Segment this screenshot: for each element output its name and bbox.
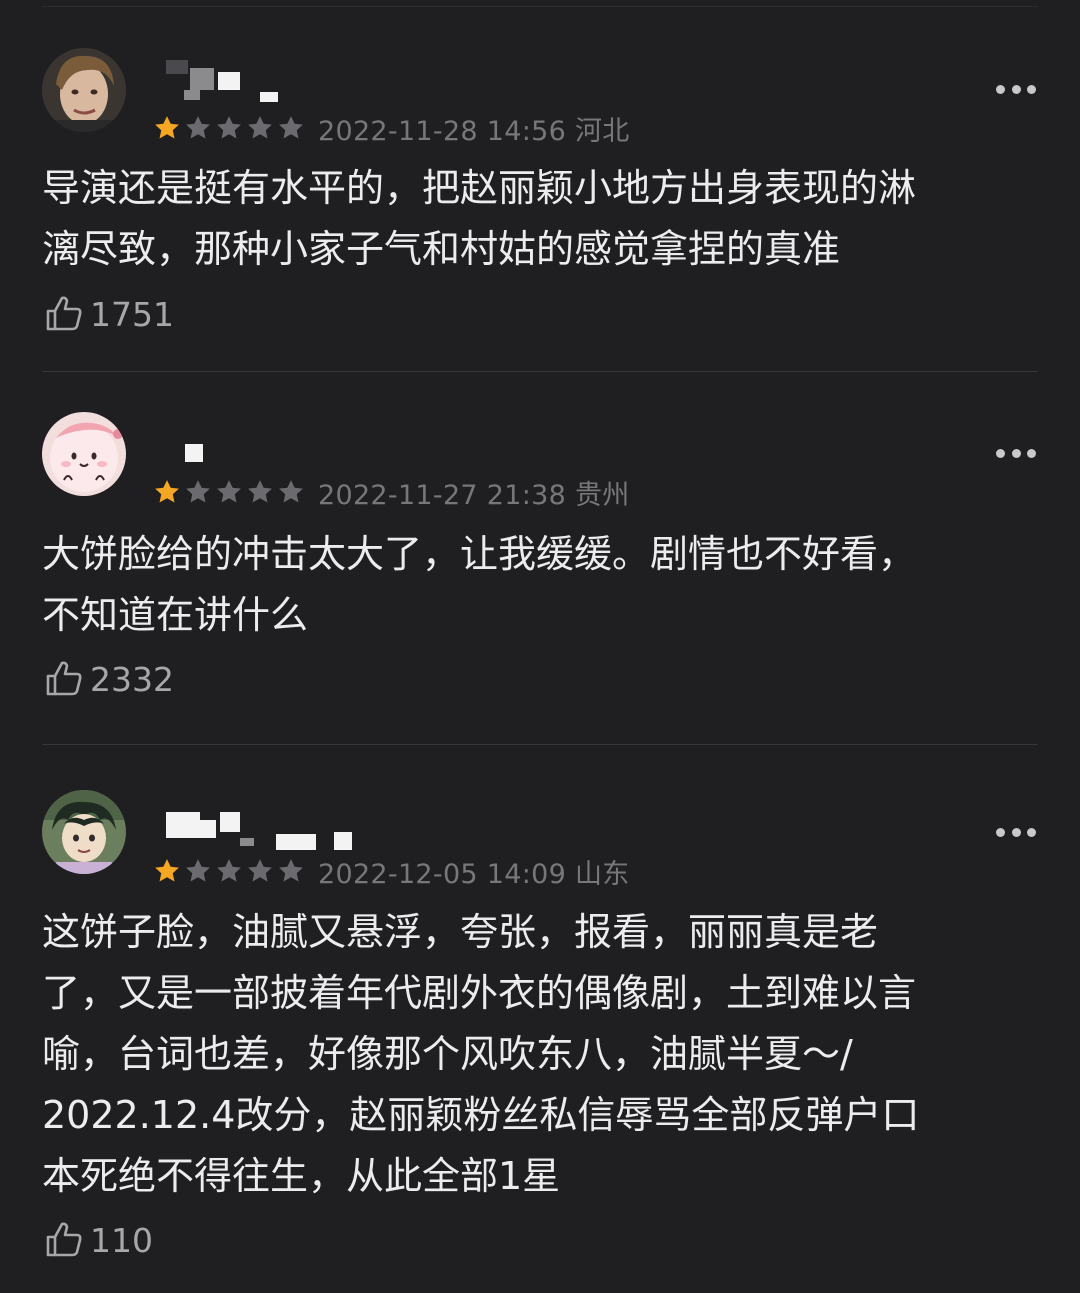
star-icon: [155, 116, 179, 139]
review-line: 本死绝不得往生，从此全部1星: [42, 1154, 561, 1198]
star-icon: [248, 859, 272, 882]
review-meta: 2022-12-05 14:09 山东: [318, 852, 630, 891]
review-line: 漓尽致，那种小家子气和村姑的感觉拿捏的真准: [42, 227, 841, 271]
star-icon: [248, 116, 272, 139]
star-icon: [217, 859, 241, 882]
rating-row: 2022-11-28 14:56 河北: [152, 109, 630, 148]
like-count: 110: [90, 1220, 153, 1260]
review-divider: [42, 744, 1038, 745]
star-icon: [217, 480, 241, 503]
review-divider: [42, 371, 1038, 372]
more-icon[interactable]: [996, 827, 1036, 837]
star-icon: [155, 859, 179, 882]
avatar[interactable]: [42, 790, 126, 874]
like-button[interactable]: 2332: [44, 659, 174, 699]
rating-row: 2022-12-05 14:09 山东: [152, 852, 630, 891]
star-rating: [152, 856, 306, 886]
thumbs-up-icon: [46, 296, 82, 331]
star-icon: [186, 480, 210, 503]
review-content: 导演还是挺有水平的，把赵丽颖小地方出身表现的淋 漓尽致，那种小家子气和村姑的感觉…: [42, 158, 1042, 280]
review-location: 河北: [575, 115, 630, 147]
review-date: 2022-12-05 14:09: [318, 858, 567, 890]
star-icon: [186, 859, 210, 882]
review-line: 不知道在讲什么: [42, 593, 309, 637]
star-icon: [279, 859, 303, 882]
more-icon[interactable]: [996, 84, 1036, 94]
review-line: 大饼脸给的冲击太大了，让我缓缓。剧情也不好看，: [42, 532, 917, 576]
like-button[interactable]: 1751: [44, 294, 174, 334]
avatar[interactable]: [42, 48, 126, 132]
star-icon: [248, 480, 272, 503]
thumbs-up-icon: [46, 661, 82, 696]
review-line: 这饼子脸，油腻又悬浮，夸张，报看，丽丽真是老: [42, 910, 879, 954]
review-location: 山东: [575, 858, 630, 890]
review-line: 导演还是挺有水平的，把赵丽颖小地方出身表现的淋: [42, 166, 917, 210]
star-icon: [279, 480, 303, 503]
star-icon: [217, 116, 241, 139]
avatar[interactable]: [42, 412, 126, 496]
rating-row: 2022-11-27 21:38 贵州: [152, 473, 630, 512]
review-line: 了，又是一部披着年代剧外衣的偶像剧，土到难以言: [42, 971, 917, 1015]
review-date: 2022-11-27 21:38: [318, 479, 567, 511]
star-icon: [279, 116, 303, 139]
review-date: 2022-11-28 14:56: [318, 115, 567, 147]
review-content: 大饼脸给的冲击太大了，让我缓缓。剧情也不好看， 不知道在讲什么: [42, 524, 1042, 646]
review-meta: 2022-11-28 14:56 河北: [318, 109, 630, 148]
review-line: 2022.12.4改分，赵丽颖粉丝私信辱骂全部反弹户口: [42, 1093, 920, 1137]
like-count: 2332: [90, 659, 174, 699]
star-icon: [186, 116, 210, 139]
thumbs-up-icon: [46, 1222, 82, 1257]
more-icon[interactable]: [996, 448, 1036, 458]
star-rating: [152, 113, 306, 143]
review-content: 这饼子脸，油腻又悬浮，夸张，报看，丽丽真是老 了，又是一部披着年代剧外衣的偶像剧…: [42, 902, 1042, 1207]
like-button[interactable]: 110: [44, 1220, 153, 1260]
top-divider: [42, 6, 1038, 7]
review-meta: 2022-11-27 21:38 贵州: [318, 473, 630, 512]
review-location: 贵州: [575, 479, 630, 511]
star-rating: [152, 477, 306, 507]
like-count: 1751: [90, 294, 174, 334]
review-line: 喻，台词也差，好像那个风吹东八，油腻半夏～/: [42, 1032, 853, 1076]
star-icon: [155, 480, 179, 503]
